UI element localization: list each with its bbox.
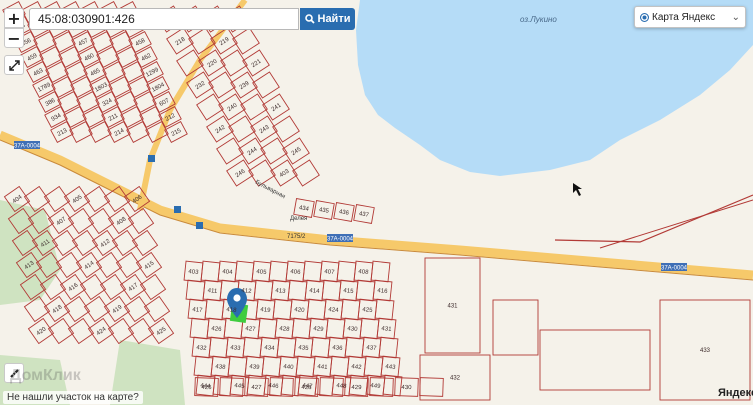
parcel-number: 408 bbox=[358, 269, 369, 276]
parcel-number: 428 bbox=[301, 385, 312, 391]
parcel-number: 433 bbox=[230, 345, 241, 352]
parcel-number: 424 bbox=[328, 307, 339, 314]
parcel-number: 438 bbox=[215, 364, 226, 371]
parcel-number: 432 bbox=[196, 345, 207, 352]
parcel-number: 431 bbox=[381, 326, 392, 333]
parcel-number: 415 bbox=[343, 288, 354, 295]
parcel-number: 436 bbox=[332, 345, 343, 352]
search-icon bbox=[304, 14, 315, 24]
parcel-number: 411 bbox=[207, 288, 218, 295]
parcel-number: 406 bbox=[290, 269, 301, 276]
zoom-in-button[interactable]: + bbox=[4, 8, 24, 28]
parcel-number: 437 bbox=[366, 345, 377, 352]
parcel-number: 427 bbox=[245, 326, 256, 333]
street-label: Делея bbox=[290, 216, 307, 222]
parcel-number: 448 bbox=[336, 383, 347, 390]
parcel-number: 413 bbox=[275, 288, 286, 295]
parcel-number: 404 bbox=[222, 269, 233, 276]
missing-plot-link[interactable]: Не нашли участок на карте? bbox=[3, 391, 143, 404]
fullscreen-button[interactable] bbox=[4, 55, 24, 75]
yandex-logo: Яндекс bbox=[718, 387, 753, 399]
map-layer-select[interactable]: Карта Яндекс ⌄ bbox=[634, 6, 746, 28]
parcel-number: 430 bbox=[347, 326, 358, 333]
parcel-number: 433 bbox=[700, 348, 711, 354]
parcel-number: 439 bbox=[249, 364, 260, 371]
parcel-number: 416 bbox=[377, 288, 388, 295]
street-label: 7175/2 bbox=[287, 234, 306, 240]
parcel-number: 407 bbox=[324, 269, 335, 276]
chevron-down-icon: ⌄ bbox=[731, 11, 740, 23]
parcel-number: 428 bbox=[279, 326, 290, 333]
domclick-watermark: ДомКлик bbox=[10, 367, 81, 384]
parcel-number: 419 bbox=[260, 307, 271, 314]
parcel-number: 417 bbox=[192, 307, 203, 314]
expand-icon bbox=[8, 59, 20, 71]
parcel-number: 442 bbox=[351, 364, 362, 371]
radio-selected-icon bbox=[640, 12, 649, 22]
parcel-number: 405 bbox=[256, 269, 267, 276]
parcel-number: 432 bbox=[450, 376, 461, 382]
parcel-number: 412 bbox=[241, 288, 252, 295]
parcel-number: 429 bbox=[313, 326, 324, 333]
parcel-number: 426 bbox=[211, 326, 222, 333]
parcel-number: 427 bbox=[251, 385, 262, 391]
search-input[interactable] bbox=[29, 8, 299, 30]
parcel-number: 414 bbox=[309, 288, 320, 295]
cadastral-map[interactable]: 403 404 405 406 407 408 411 412 413 414 415 416 417 4… bbox=[0, 0, 753, 405]
lake-label: оз.Лукино bbox=[520, 15, 557, 24]
parcel-number: 434 bbox=[264, 345, 275, 352]
parcel-number: 418 bbox=[226, 307, 237, 314]
map-layer-label: Карта Яндекс bbox=[652, 11, 716, 23]
parcel-number: 430 bbox=[401, 385, 412, 391]
road-badge: 37А-0004 bbox=[14, 144, 41, 150]
zoom-out-button[interactable]: − bbox=[4, 28, 24, 48]
road-badge: 37А-0004 bbox=[661, 266, 688, 272]
parcel-number: 426 bbox=[201, 385, 212, 391]
parcel-number: 441 bbox=[317, 364, 328, 371]
parcel-number: 449 bbox=[370, 383, 381, 390]
parcel-number: 431 bbox=[447, 304, 458, 310]
parcel-number: 403 bbox=[188, 269, 199, 276]
parcel-number: 443 bbox=[385, 364, 396, 371]
parcel-number: 445 bbox=[234, 383, 245, 390]
search-button[interactable]: Найти bbox=[300, 8, 355, 30]
parcel-number: 435 bbox=[298, 345, 309, 352]
parcel-number: 446 bbox=[268, 383, 279, 390]
search-button-label: Найти bbox=[317, 13, 351, 25]
parcel-number: 420 bbox=[294, 307, 305, 314]
road-badge: 37А-0004 bbox=[327, 237, 354, 243]
parcel-number: 440 bbox=[283, 364, 294, 371]
parcel-number: 425 bbox=[362, 307, 373, 314]
parcel-number: 429 bbox=[351, 385, 362, 391]
